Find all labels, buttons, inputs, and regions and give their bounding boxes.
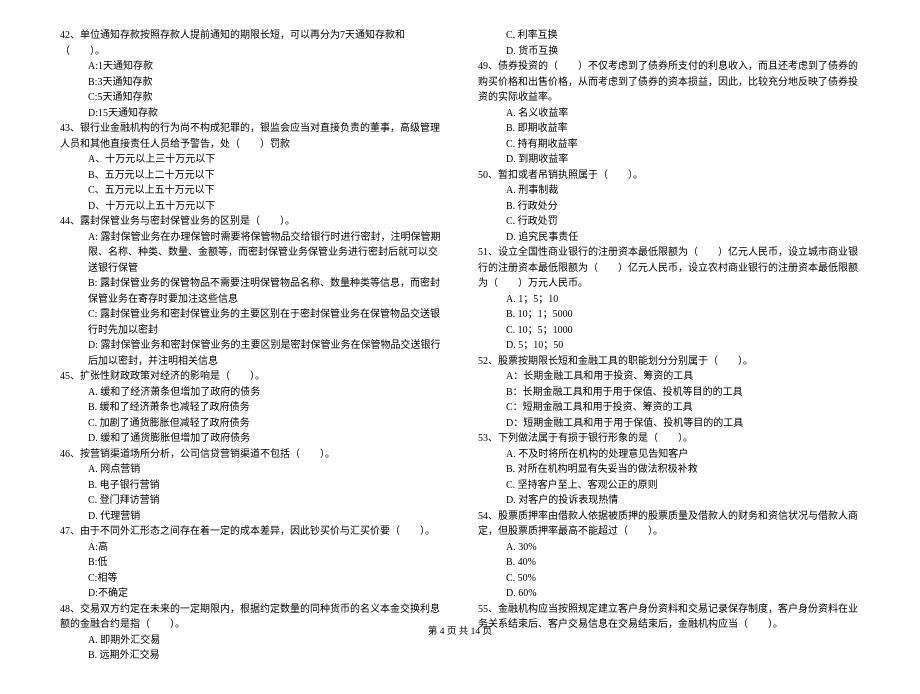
left-column: 42、单位通知存款按照存款人提前通知的期限长短，可以再分为7天通知存款和（ ）。… bbox=[60, 28, 442, 664]
q48-opt-c: C. 利率互换 bbox=[478, 28, 860, 44]
q45-stem: 45、扩张性财政政策对经济的影响是（ ）。 bbox=[60, 369, 442, 385]
q46-stem: 46、按营销渠道场所分析，公司信贷营销渠道不包括（ ）。 bbox=[60, 447, 442, 463]
page-footer: 第 4 页 共 14 页 bbox=[0, 625, 920, 640]
q50-stem: 50、暂扣或者吊销执照属于（ ）。 bbox=[478, 168, 860, 184]
q47-opt-b: B:低 bbox=[60, 555, 442, 571]
q43-opt-c: C、五万元以上五十万元以下 bbox=[60, 183, 442, 199]
q42-opt-b: B:3天通知存款 bbox=[60, 75, 442, 91]
q52-stem: 52、股票按期限长短和金融工具的职能划分分别属于（ ）。 bbox=[478, 354, 860, 370]
q48-opt-d: D. 货币互换 bbox=[478, 44, 860, 60]
q54-stem: 54、股票质押率由借款人依据被质押的股票质量及借款人的财务和资信状况与借款人商定… bbox=[478, 509, 860, 540]
q49-opt-c: C. 持有期收益率 bbox=[478, 137, 860, 153]
q43-opt-a: A、十万元以上三十万元以下 bbox=[60, 152, 442, 168]
q51-opt-c: C. 10；5；1000 bbox=[478, 323, 860, 339]
q51-opt-d: D. 5；10；50 bbox=[478, 338, 860, 354]
q54-opt-c: C. 50% bbox=[478, 571, 860, 587]
q51-opt-a: A. 1；5；10 bbox=[478, 292, 860, 308]
q46-opt-d: D. 代理营销 bbox=[60, 509, 442, 525]
q45-opt-d: D. 缓和了通货膨胀但增加了政府债务 bbox=[60, 431, 442, 447]
q47-opt-d: D:不确定 bbox=[60, 586, 442, 602]
q50-opt-a: A. 刑事制裁 bbox=[478, 183, 860, 199]
q44-opt-b: B: 露封保管业务的保管物品不需要注明保管物品名称、数量种类等信息，而密封保管业… bbox=[60, 276, 442, 307]
q50-opt-d: D. 追究民事责任 bbox=[478, 230, 860, 246]
q45-opt-c: C. 加剧了通货膨胀但减轻了政府债务 bbox=[60, 416, 442, 432]
right-column: C. 利率互换 D. 货币互换 49、债券投资的（ ）不仅考虑到了债券所支付的利… bbox=[478, 28, 860, 664]
q44-opt-d: D: 露封保管业务和密封保管业务的主要区别是密封保管业务在保管物品交送银行后加以… bbox=[60, 338, 442, 369]
q49-opt-d: D. 到期收益率 bbox=[478, 152, 860, 168]
q54-opt-b: B. 40% bbox=[478, 555, 860, 571]
q52-opt-a: A：长期金融工具和用于投资、筹资的工具 bbox=[478, 369, 860, 385]
q53-opt-b: B. 对所在机构明显有失妥当的做法积极补救 bbox=[478, 462, 860, 478]
q50-opt-b: B. 行政处分 bbox=[478, 199, 860, 215]
q49-opt-b: B. 即期收益率 bbox=[478, 121, 860, 137]
q47-opt-a: A:高 bbox=[60, 540, 442, 556]
q48-opt-b: B. 远期外汇交易 bbox=[60, 648, 442, 664]
q44-opt-a: A: 露封保管业务在办理保管时需要将保管物品交给银行时进行密封，注明保管期限、名… bbox=[60, 230, 442, 277]
page-content: 42、单位通知存款按照存款人提前通知的期限长短，可以再分为7天通知存款和（ ）。… bbox=[0, 0, 920, 694]
q54-opt-a: A. 30% bbox=[478, 540, 860, 556]
q53-opt-a: A. 不及时将所在机构的处理意见告知客户 bbox=[478, 447, 860, 463]
q46-opt-c: C. 登门拜访营销 bbox=[60, 493, 442, 509]
q49-stem: 49、债券投资的（ ）不仅考虑到了债券所支付的利息收入，而且还考虑到了债券的购买… bbox=[478, 59, 860, 106]
q53-stem: 53、下列做法属于有损于银行形象的是（ ）。 bbox=[478, 431, 860, 447]
q46-opt-b: B. 电子银行营销 bbox=[60, 478, 442, 494]
q43-opt-b: B、五万元以上二十万元以下 bbox=[60, 168, 442, 184]
q52-opt-b: B：长期金融工具和用于用于保值、投机等目的的工具 bbox=[478, 385, 860, 401]
q47-opt-c: C:相等 bbox=[60, 571, 442, 587]
q42-stem: 42、单位通知存款按照存款人提前通知的期限长短，可以再分为7天通知存款和（ ）。 bbox=[60, 28, 442, 59]
q47-stem: 47、由于不同外汇形态之间存在着一定的成本差异，因此钞买价与汇买价要（ ）。 bbox=[60, 524, 442, 540]
q52-opt-c: C：短期金融工具和用于投资、筹资的工具 bbox=[478, 400, 860, 416]
q46-opt-a: A. 网点营销 bbox=[60, 462, 442, 478]
q42-opt-d: D:15天通知存款 bbox=[60, 106, 442, 122]
q43-stem: 43、银行业金融机构的行为尚不构成犯罪的，银监会应当对直接负责的董事，高级管理人… bbox=[60, 121, 442, 152]
q44-stem: 44、露封保管业务与密封保管业务的区别是（ ）。 bbox=[60, 214, 442, 230]
q45-opt-b: B. 缓和了经济萧条也减轻了政府债务 bbox=[60, 400, 442, 416]
q50-opt-c: C. 行政处罚 bbox=[478, 214, 860, 230]
q42-opt-c: C:5天通知存款 bbox=[60, 90, 442, 106]
q45-opt-a: A. 缓和了经济萧条但增加了政府的债务 bbox=[60, 385, 442, 401]
q43-opt-d: D、十万元以上五十万元以下 bbox=[60, 199, 442, 215]
q53-opt-c: C. 坚持客户至上、客观公正的原则 bbox=[478, 478, 860, 494]
q52-opt-d: D：短期金融工具和用于用于保值、投机等目的的工具 bbox=[478, 416, 860, 432]
q49-opt-a: A. 名义收益率 bbox=[478, 106, 860, 122]
q51-opt-b: B. 10；1；5000 bbox=[478, 307, 860, 323]
q42-opt-a: A:1天通知存款 bbox=[60, 59, 442, 75]
q53-opt-d: D. 对客户的投诉表现热情 bbox=[478, 493, 860, 509]
q54-opt-d: D. 60% bbox=[478, 586, 860, 602]
q44-opt-c: C: 露封保管业务和密封保管业务的主要区别在于密封保管业务在保管物品交送银行时先… bbox=[60, 307, 442, 338]
q51-stem: 51、设立全国性商业银行的注册资本最低限额为（ ）亿元人民币，设立城市商业银行的… bbox=[478, 245, 860, 292]
